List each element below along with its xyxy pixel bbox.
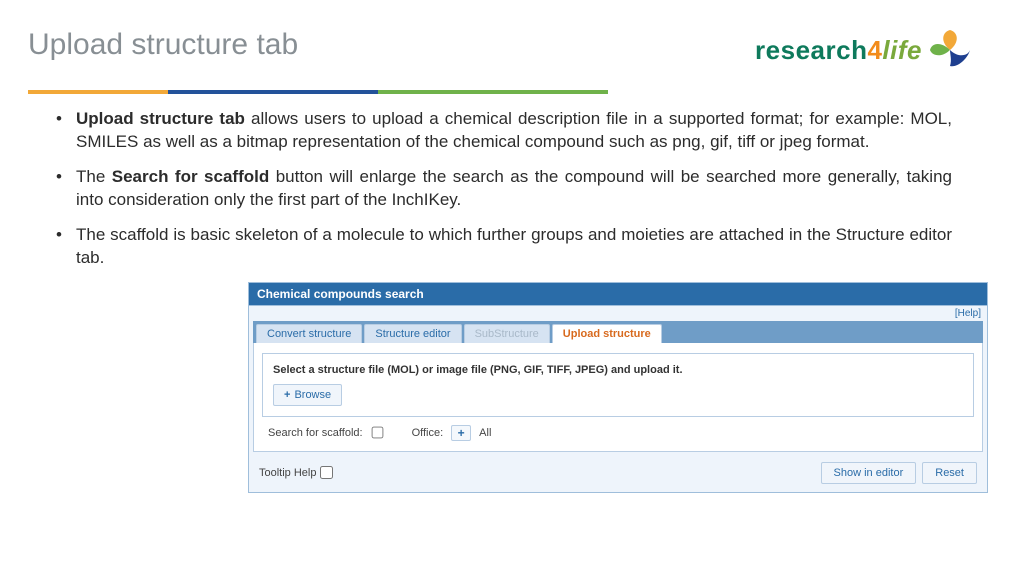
bullet-text: The (76, 167, 112, 186)
browse-label: Browse (294, 389, 331, 401)
bullet-item: The Search for scaffold button will enla… (56, 166, 952, 212)
logo-text: research4life (755, 35, 922, 66)
bullet-bold: Upload structure tab (76, 109, 245, 128)
logo-icon (928, 28, 972, 72)
reset-button[interactable]: Reset (922, 462, 977, 484)
tab-bar: Convert structure Structure editor SubSt… (253, 321, 983, 343)
office-all-label: All (479, 427, 491, 439)
panel-footer: Tooltip Help Show in editor Reset (253, 458, 983, 488)
page-title: Upload structure tab (28, 28, 298, 62)
slide-header: Upload structure tab research4life (28, 28, 972, 72)
bullet-list: Upload structure tab allows users to upl… (28, 108, 972, 270)
panel-title: Chemical compounds search (248, 282, 988, 305)
upload-instruction: Select a structure file (MOL) or image f… (273, 364, 963, 376)
browse-button[interactable]: + Browse (273, 384, 342, 406)
bullet-bold: Search for scaffold (112, 167, 269, 186)
divider (28, 90, 608, 94)
upload-box: Select a structure file (MOL) or image f… (262, 353, 974, 417)
options-row: Search for scaffold: Office: + All (262, 417, 974, 445)
scaffold-checkbox[interactable] (371, 427, 383, 439)
tooltip-help-label: Tooltip Help (259, 467, 316, 479)
logo-text-part1: research (755, 35, 867, 65)
tab-content: Select a structure file (MOL) or image f… (253, 343, 983, 452)
tooltip-help-checkbox[interactable] (320, 466, 333, 479)
logo: research4life (755, 28, 972, 72)
help-link[interactable]: [Help] (249, 306, 987, 319)
office-label: Office: (412, 427, 444, 439)
bullet-item: Upload structure tab allows users to upl… (56, 108, 952, 154)
plus-icon: + (284, 389, 290, 401)
tab-substructure: SubStructure (464, 324, 550, 343)
office-add-button[interactable]: + (451, 425, 471, 441)
search-panel: Chemical compounds search [Help] Convert… (248, 282, 988, 493)
show-in-editor-button[interactable]: Show in editor (821, 462, 917, 484)
bullet-text: The scaffold is basic skeleton of a mole… (76, 225, 952, 267)
scaffold-label: Search for scaffold: (268, 427, 363, 439)
logo-text-part2: 4 (867, 35, 882, 65)
logo-text-part3: life (882, 35, 922, 65)
tab-convert-structure[interactable]: Convert structure (256, 324, 362, 343)
bullet-item: The scaffold is basic skeleton of a mole… (56, 224, 952, 270)
tab-upload-structure[interactable]: Upload structure (552, 324, 662, 343)
tab-structure-editor[interactable]: Structure editor (364, 324, 461, 343)
